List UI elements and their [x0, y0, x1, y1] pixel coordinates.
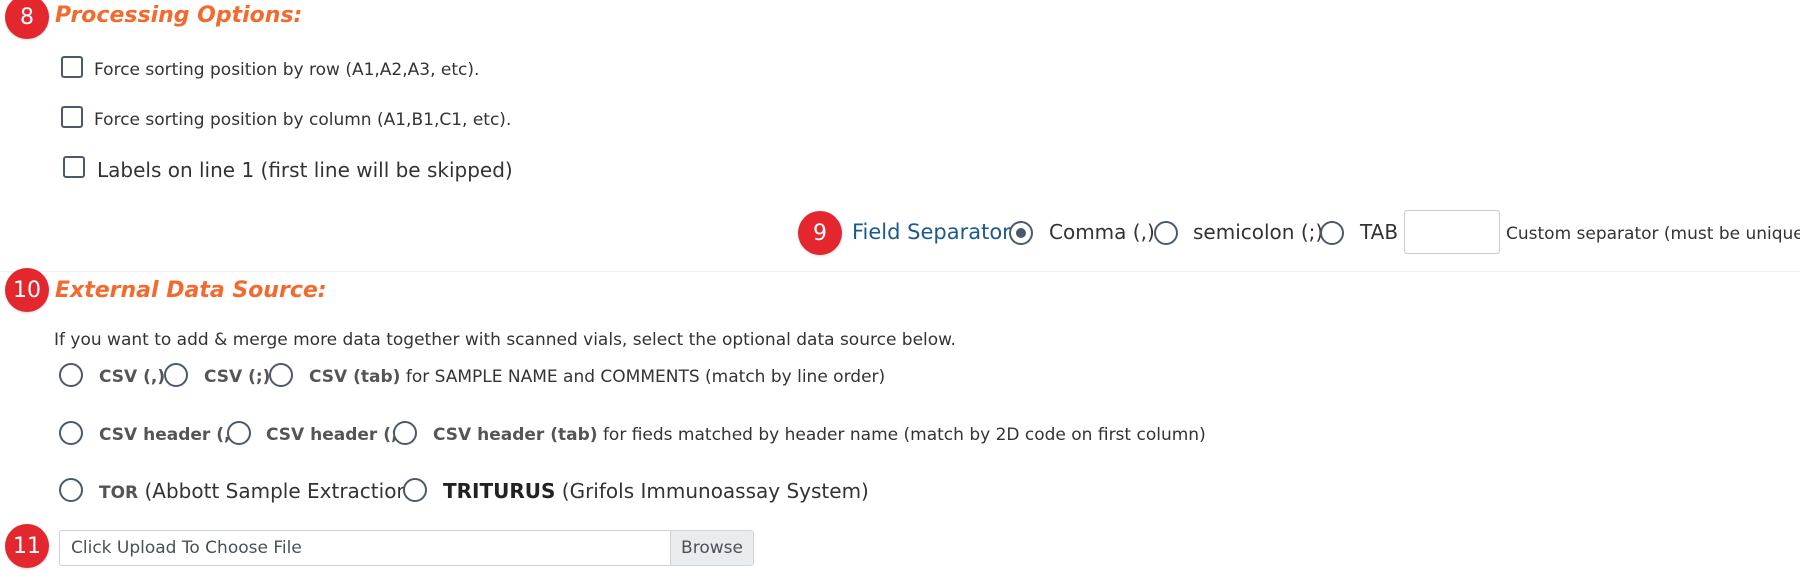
separator-tab-radio[interactable]: [1320, 221, 1344, 245]
source-csv-semicolon-radio[interactable]: [164, 363, 188, 387]
source-csv-tab-label: CSV (tab) for SAMPLE NAME and COMMENTS (…: [309, 367, 885, 387]
separator-semicolon-label: semicolon (;): [1193, 220, 1324, 244]
source-csv-header-comma-label: CSV header (,): [99, 425, 238, 445]
source-csv-header-tab-radio[interactable]: [393, 421, 417, 445]
sort-by-column-label: Force sorting position by column (A1,B1,…: [94, 110, 512, 130]
separator-tab-label: TAB: [1360, 220, 1399, 244]
source-csv-comma-name: CSV (,): [99, 367, 166, 387]
source-csv-header-tab-label: CSV header (tab) for fieds matched by he…: [433, 425, 1206, 445]
source-csv-header-comma-radio[interactable]: [59, 421, 83, 445]
source-csv-header-semicolon-radio[interactable]: [227, 421, 251, 445]
source-triturus-desc: (Grifols Immunoassay System): [561, 479, 869, 503]
labels-on-line-1-checkbox[interactable]: [63, 156, 85, 178]
source-csv-semicolon-name: CSV (;): [204, 367, 271, 387]
external-data-description: If you want to add & merge more data tog…: [54, 330, 956, 350]
source-tor-label: TOR (Abbott Sample Extraction): [99, 479, 417, 503]
source-row1-suffix: for SAMPLE NAME and COMMENTS (match by l…: [405, 367, 886, 387]
labels-on-line-1-label: Labels on line 1 (first line will be ski…: [97, 158, 513, 182]
step-badge-11: 11: [5, 524, 49, 568]
file-upload-field[interactable]: Click Upload To Choose File Browse: [59, 530, 754, 566]
custom-separator-hint: Custom separator (must be unique): [1506, 224, 1800, 244]
source-csv-comma-radio[interactable]: [59, 363, 83, 387]
step-badge-10: 10: [5, 268, 49, 312]
source-triturus-radio[interactable]: [403, 478, 427, 502]
sort-by-row-checkbox[interactable]: [61, 56, 83, 78]
source-csv-header-semicolon-label: CSV header (;): [266, 425, 406, 445]
section-divider: [0, 271, 1800, 272]
separator-comma-radio[interactable]: [1009, 221, 1033, 245]
external-data-source-title: External Data Source:: [55, 278, 327, 303]
source-csv-header-semicolon-name: CSV header (;): [266, 425, 406, 445]
source-triturus-name: TRITURUS: [443, 479, 556, 503]
field-separator-label: Field Separator:: [852, 220, 1018, 244]
custom-separator-input[interactable]: [1404, 210, 1500, 254]
source-csv-tab-radio[interactable]: [269, 363, 293, 387]
source-tor-name: TOR: [99, 483, 139, 503]
source-csv-header-tab-name: CSV header (tab): [433, 425, 598, 445]
source-csv-comma-label: CSV (,): [99, 367, 165, 387]
step-badge-8: 8: [5, 0, 49, 39]
separator-semicolon-radio[interactable]: [1154, 221, 1178, 245]
source-triturus-label: TRITURUS (Grifols Immunoassay System): [443, 479, 869, 503]
processing-options-title: Processing Options:: [55, 3, 303, 28]
source-tor-radio[interactable]: [59, 478, 83, 502]
sort-by-row-label: Force sorting position by row (A1,A2,A3,…: [94, 60, 480, 80]
browse-button[interactable]: Browse: [670, 531, 753, 565]
file-upload-placeholder[interactable]: Click Upload To Choose File: [60, 531, 670, 565]
separator-comma-label: Comma (,): [1049, 220, 1155, 244]
source-csv-header-comma-name: CSV header (,): [99, 425, 239, 445]
source-csv-semicolon-label: CSV (;): [204, 367, 270, 387]
source-csv-tab-name: CSV (tab): [309, 367, 401, 387]
step-badge-9: 9: [798, 211, 842, 255]
sort-by-column-checkbox[interactable]: [61, 106, 83, 128]
source-tor-desc: (Abbott Sample Extraction): [144, 479, 417, 503]
source-row2-suffix: for fieds matched by header name (match …: [602, 425, 1206, 445]
